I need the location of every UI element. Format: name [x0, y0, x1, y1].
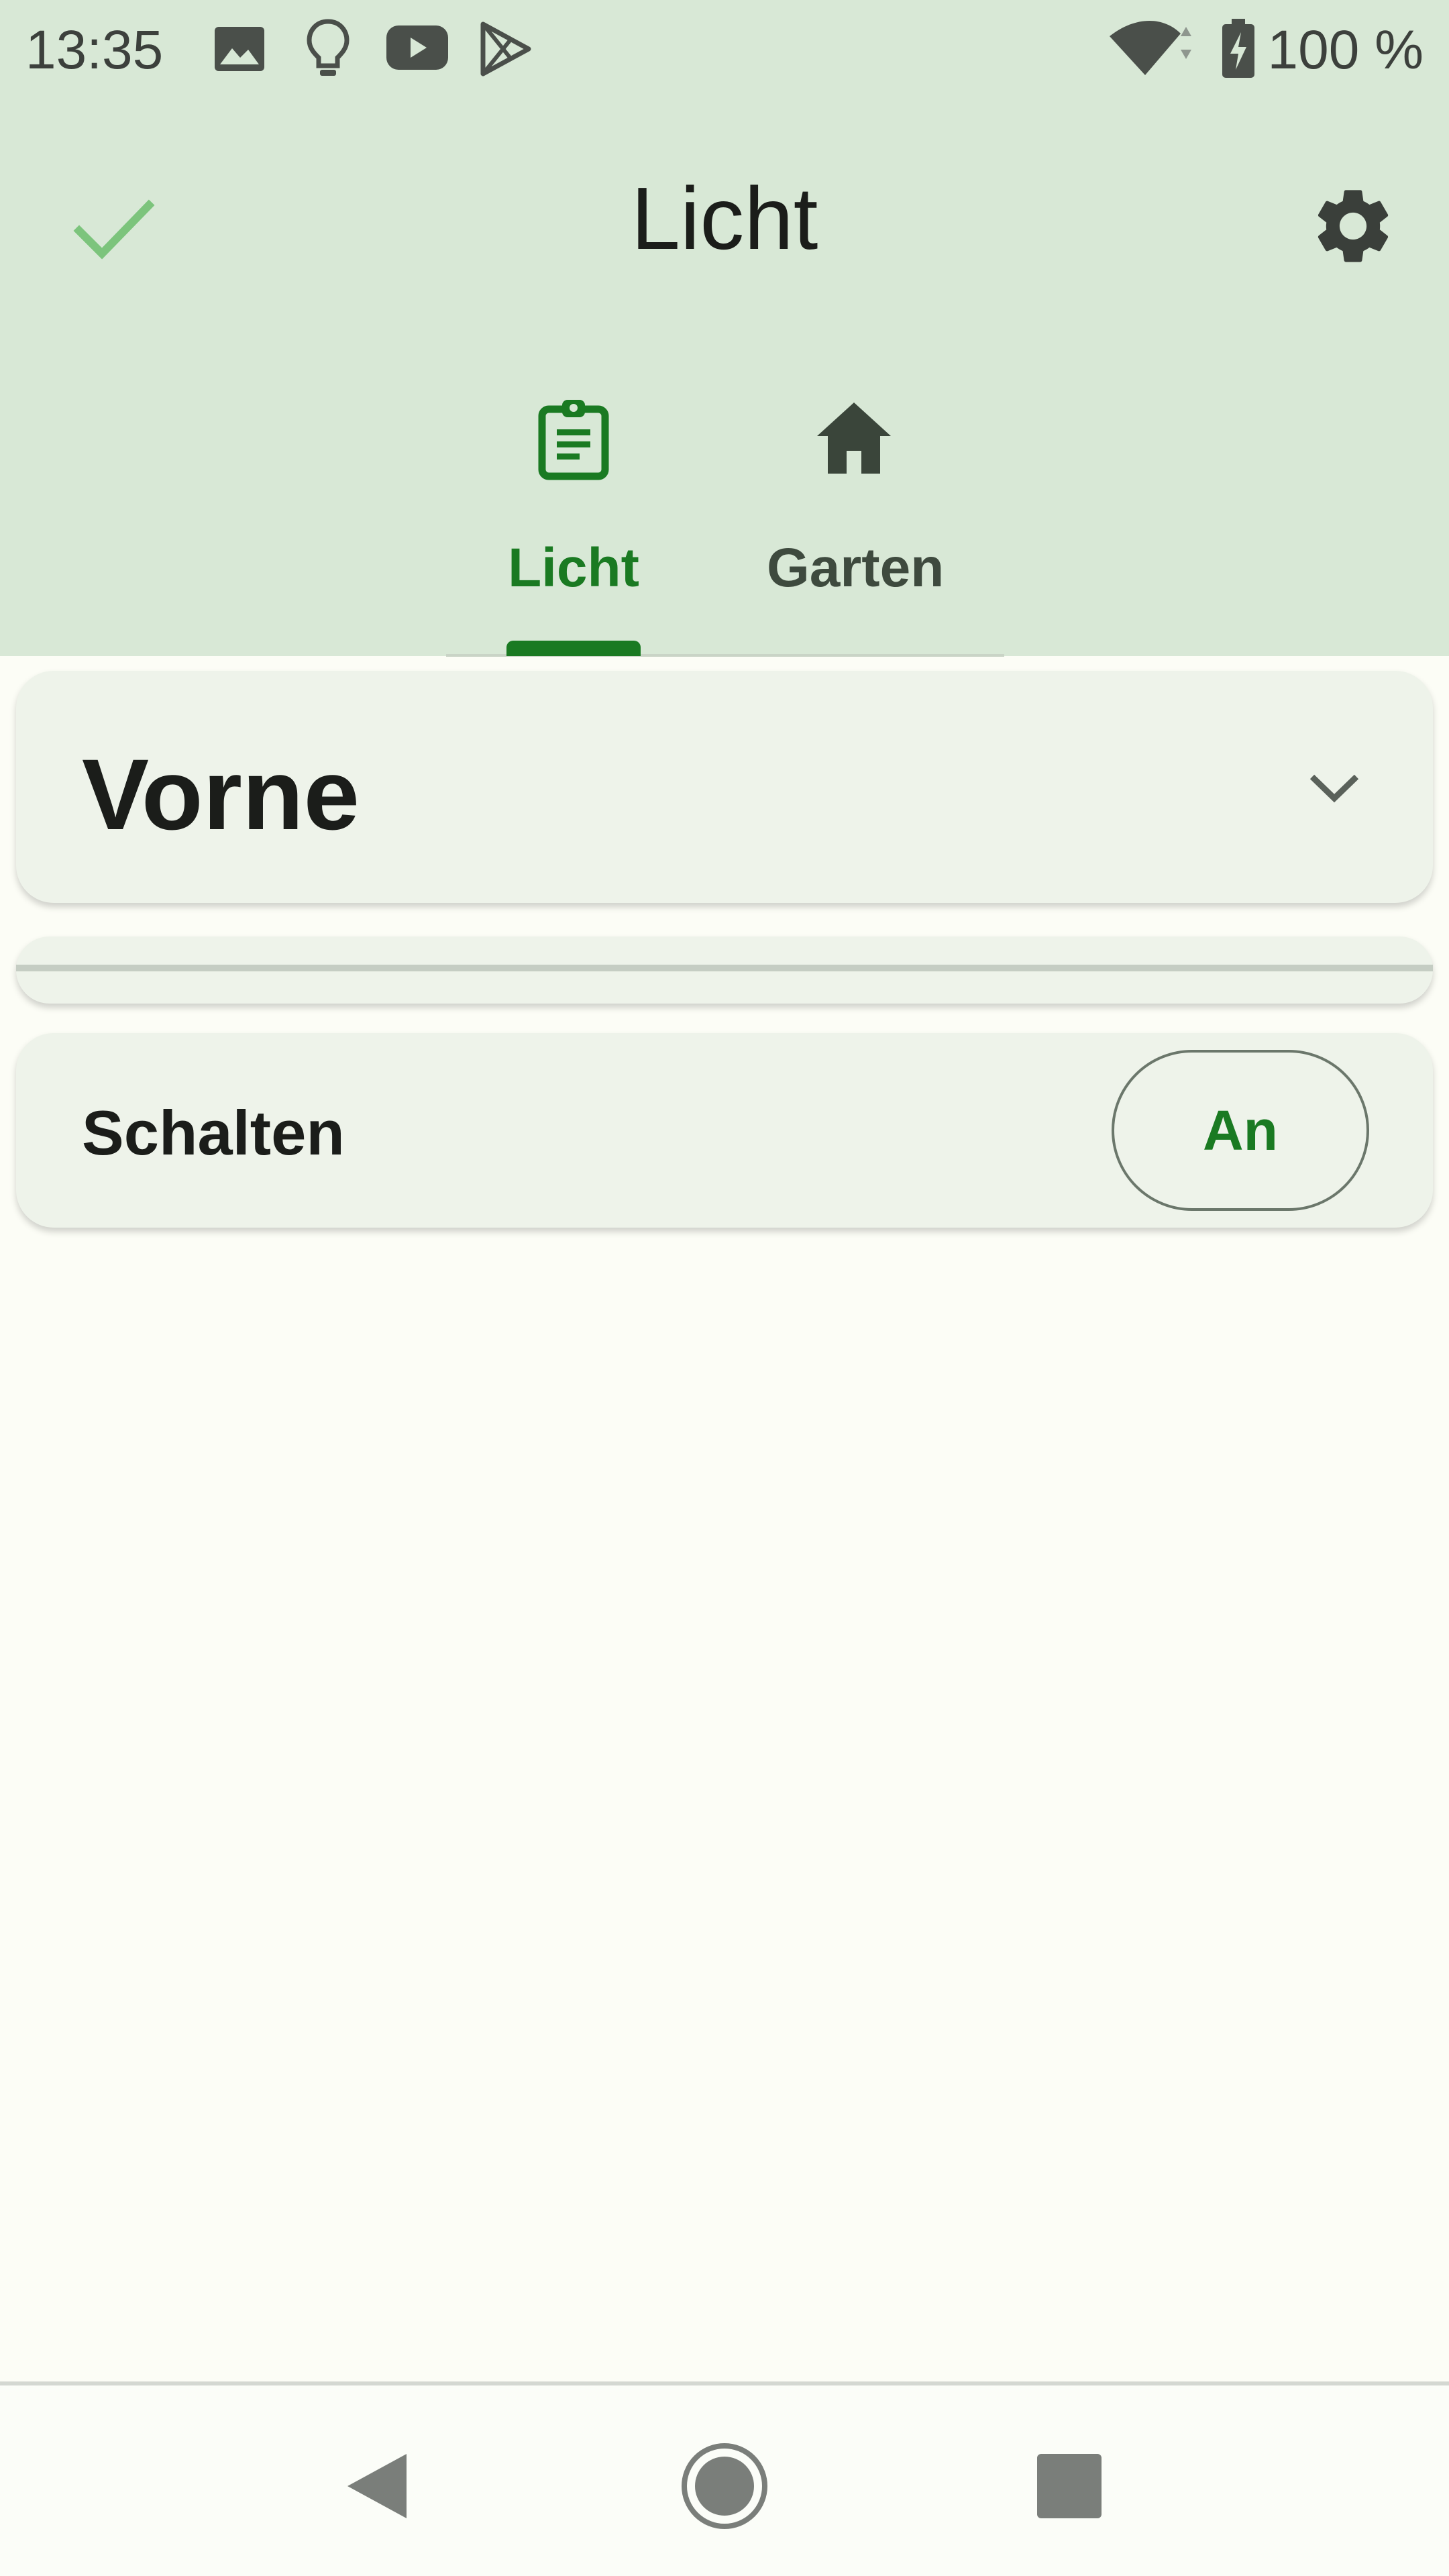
slider-track[interactable]: [16, 965, 1433, 971]
screen: 13:35 100 % Licht Licht Garten Vorne Sch…: [0, 0, 1449, 2576]
an-button[interactable]: An: [1112, 1050, 1369, 1211]
battery-percentage: 100 %: [1267, 19, 1424, 80]
group-card-vorne[interactable]: Vorne: [16, 671, 1433, 903]
switch-label: Schalten: [82, 1097, 345, 1168]
youtube-icon: [386, 25, 448, 70]
gear-icon[interactable]: [1308, 181, 1398, 271]
back-icon[interactable]: [333, 2439, 427, 2533]
switch-card: Schalten An: [16, 1033, 1433, 1228]
recents-icon[interactable]: [1022, 2439, 1116, 2533]
tab-licht[interactable]: Licht: [486, 376, 661, 656]
clipboard-icon: [538, 400, 609, 480]
tab-garten[interactable]: Garten: [767, 376, 945, 656]
battery-charging-icon: [1222, 19, 1254, 78]
status-time: 13:35: [25, 19, 164, 80]
play-store-icon: [480, 21, 531, 76]
wifi-icon: [1110, 20, 1191, 76]
page-title: Licht: [631, 169, 818, 268]
tab-indicator: [506, 641, 641, 656]
lightbulb-icon: [307, 19, 350, 76]
group-title: Vorne: [82, 738, 360, 851]
system-nav-bar: [0, 2385, 1449, 2576]
slider-card: [16, 936, 1433, 1004]
header: 13:35 100 % Licht Licht Garten: [0, 0, 1449, 657]
tab-label-garten: Garten: [767, 537, 945, 598]
home-circle-icon[interactable]: [678, 2439, 771, 2533]
status-bar: 13:35 100 %: [0, 0, 1449, 101]
tab-label-licht: Licht: [508, 537, 639, 598]
image-icon: [215, 27, 264, 71]
home-icon: [817, 402, 891, 474]
chevron-down-icon[interactable]: [1297, 758, 1371, 818]
tab-bar: Licht Garten: [446, 376, 1004, 656]
